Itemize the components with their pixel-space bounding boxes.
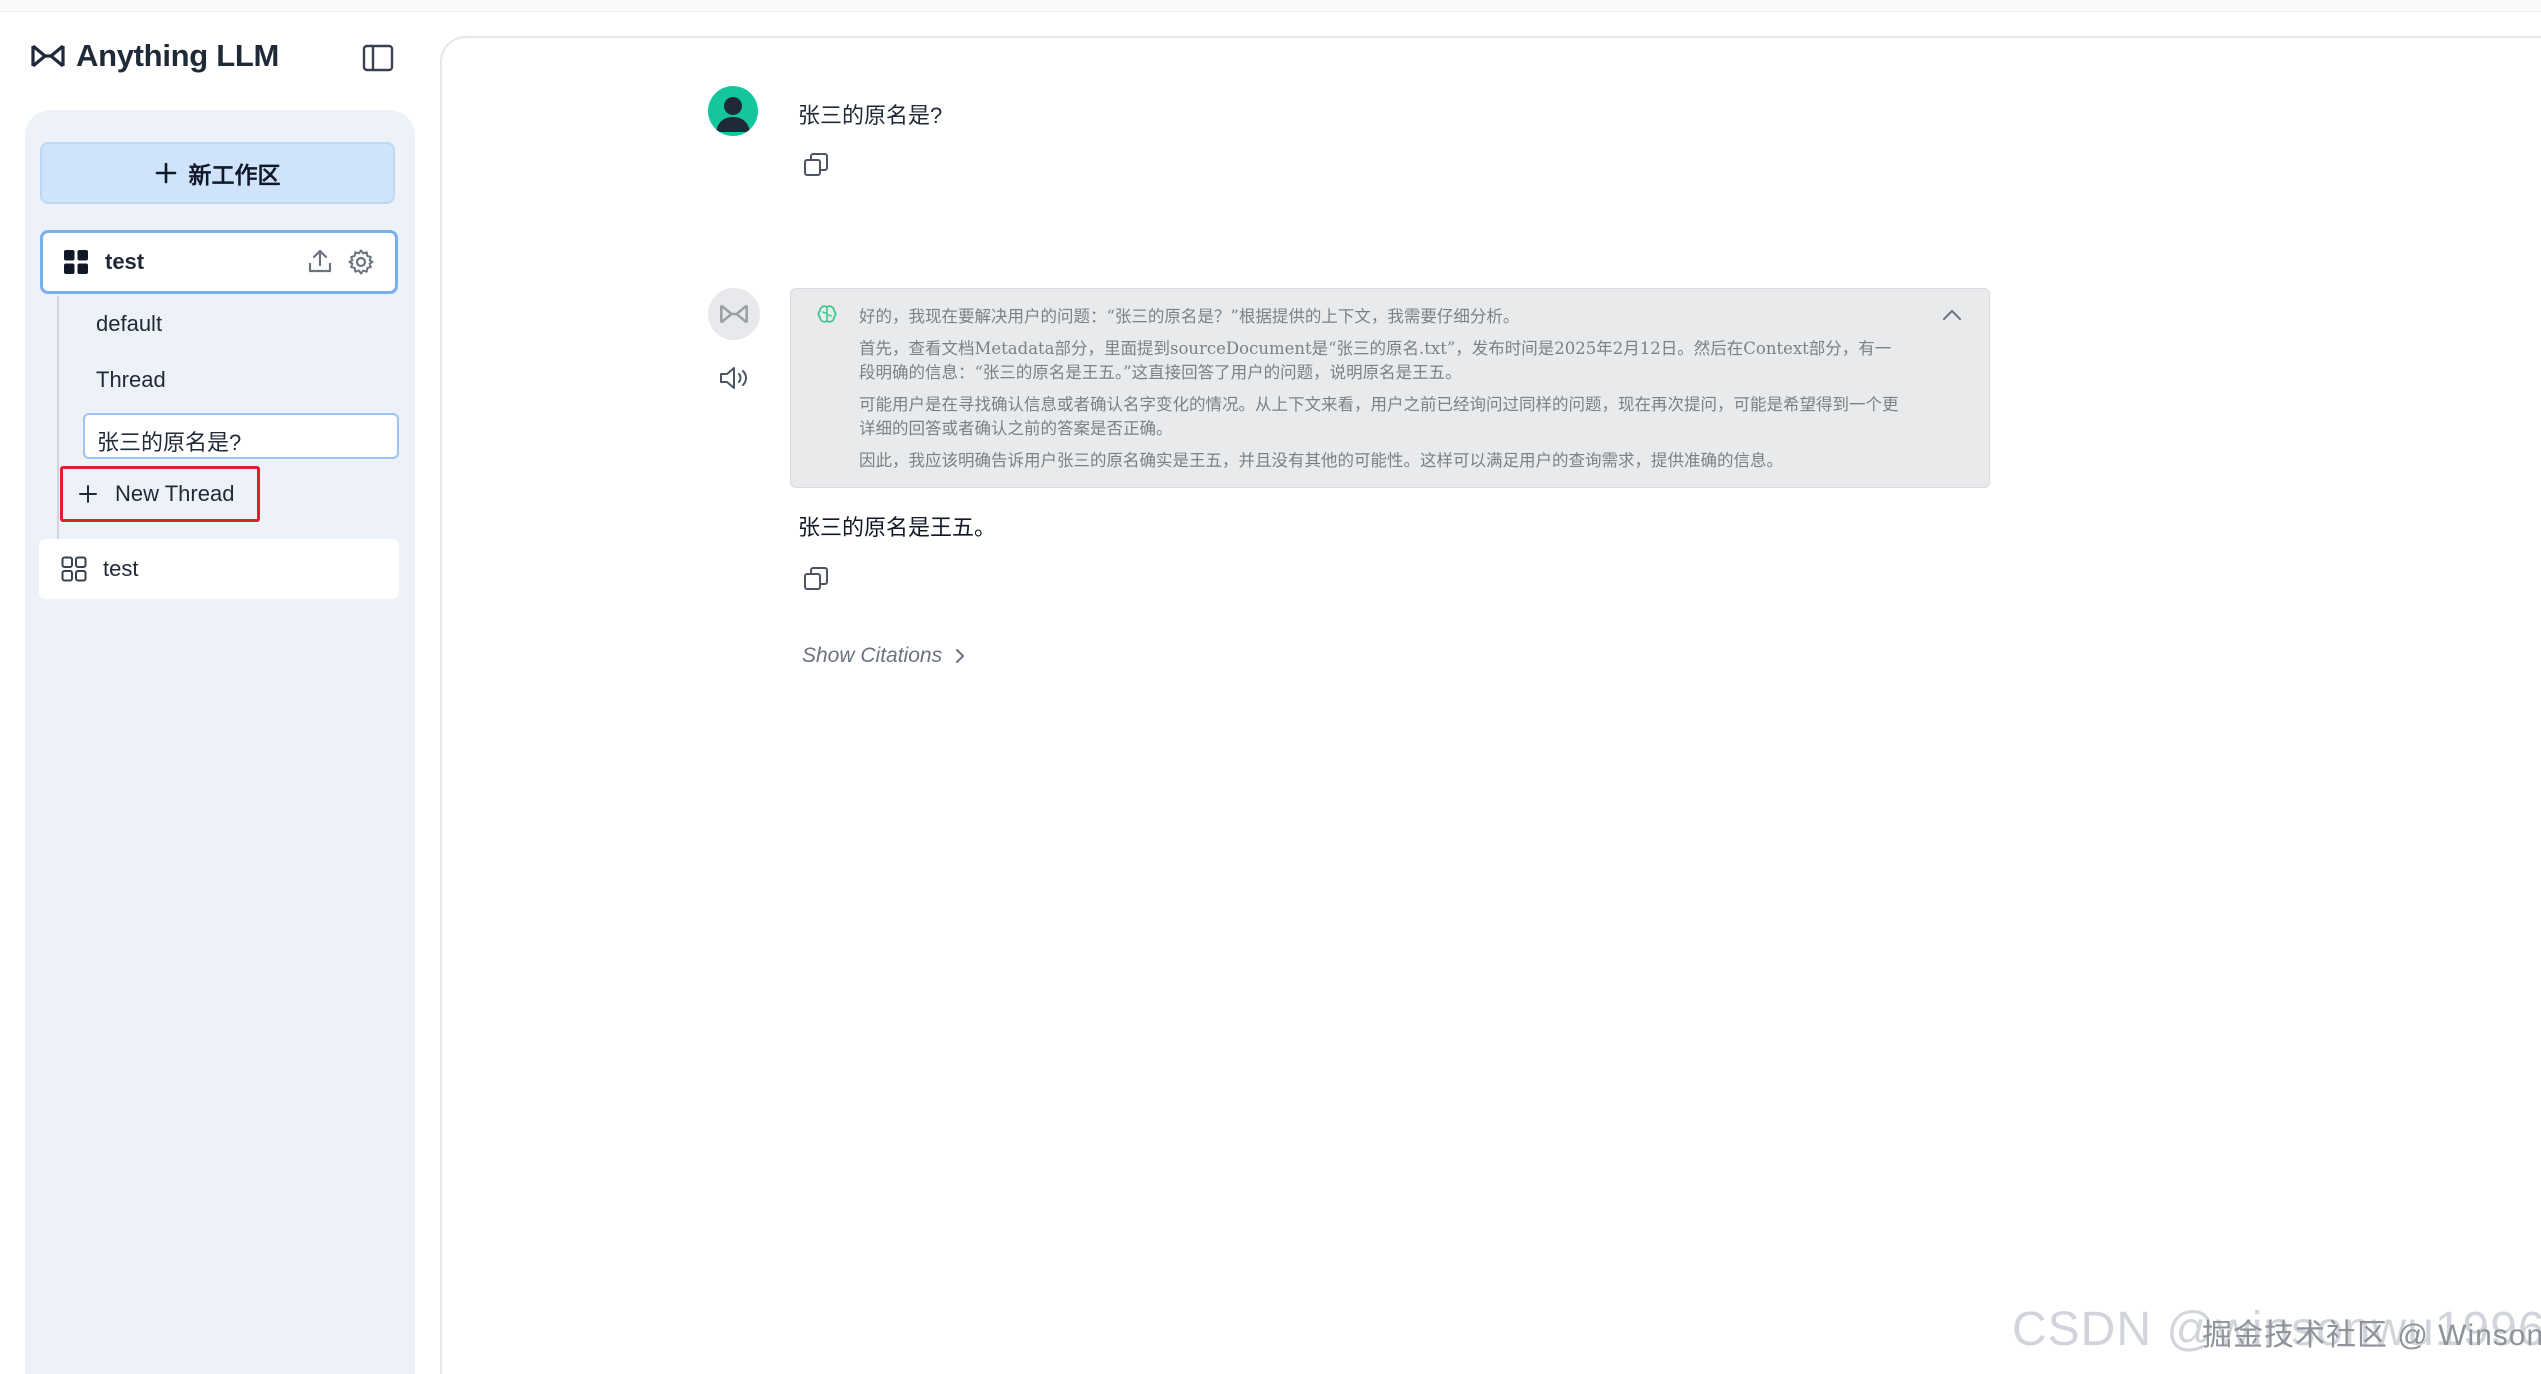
anythingllm-logo-icon <box>31 44 65 68</box>
workspace-grid-icon <box>61 556 87 582</box>
copy-icon[interactable] <box>803 152 829 178</box>
new-thread-button[interactable]: New Thread <box>60 466 260 522</box>
watermark: CSDN @winsonwu1996 掘金技术社区 @ WinsonWu <box>2012 1302 2541 1357</box>
thinking-paragraph: 首先，查看文档Metadata部分，里面提到sourceDocument是“张三… <box>859 339 1892 382</box>
gear-icon[interactable] <box>347 248 375 276</box>
thread-item-default[interactable]: default <box>96 311 162 337</box>
anythingllm-logo-icon <box>720 304 748 324</box>
watermark-overlay: 掘金技术社区 @ WinsonWu <box>2202 1319 2541 1352</box>
user-icon <box>716 97 750 132</box>
plus-icon <box>155 162 176 184</box>
assistant-avatar <box>708 288 760 340</box>
chat-panel <box>440 36 2541 1374</box>
speaker-icon[interactable] <box>718 364 750 392</box>
thinking-panel[interactable]: 好的，我现在要解决用户的问题：“张三的原名是？”根据提供的上下文，我需要仔细分析… <box>790 288 1990 488</box>
new-workspace-label: 新工作区 <box>188 162 281 188</box>
brand-name: Anything LLM <box>76 38 280 73</box>
workspace-name: test <box>103 556 139 581</box>
user-avatar <box>708 86 758 136</box>
new-workspace-button[interactable]: 新工作区 <box>40 142 395 204</box>
workspace-item-active[interactable]: test <box>40 230 398 294</box>
top-bar <box>0 0 2541 12</box>
thinking-paragraph: 因此，我应该明确告诉用户张三的原名确实是王五，并且没有其他的可能性。这样可以满足… <box>859 451 1783 470</box>
workspace-name: test <box>105 249 145 274</box>
show-citations-label: Show Citations <box>802 644 943 667</box>
workspace-item[interactable]: test <box>39 539 399 599</box>
workspace-actions <box>307 248 375 276</box>
brain-icon <box>817 305 837 323</box>
brand: Anything LLM <box>30 38 279 74</box>
workspace-grid-icon <box>64 250 88 274</box>
show-citations-button[interactable]: Show Citations <box>802 644 966 668</box>
upload-icon[interactable] <box>307 248 333 274</box>
new-thread-label: New Thread <box>115 481 235 506</box>
thread-tree-line <box>57 296 59 552</box>
sidebar-toggle-icon[interactable] <box>362 44 394 72</box>
copy-icon[interactable] <box>803 566 829 592</box>
chevron-right-icon <box>956 649 965 663</box>
thinking-paragraph: 好的，我现在要解决用户的问题：“张三的原名是？”根据提供的上下文，我需要仔细分析… <box>859 307 1520 326</box>
assistant-answer: 张三的原名是王五。 <box>798 515 997 540</box>
plus-icon <box>79 485 97 503</box>
sidebar: 新工作区 test default Thread 张三的原名是? New Thr… <box>25 110 415 1374</box>
thread-item-current[interactable]: 张三的原名是? <box>83 413 399 459</box>
chevron-up-icon[interactable] <box>1941 307 1963 323</box>
thread-item-thread[interactable]: Thread <box>96 367 166 393</box>
thinking-text: 好的，我现在要解决用户的问题：“张三的原名是？”根据提供的上下文，我需要仔细分析… <box>859 305 1899 481</box>
thinking-paragraph: 可能用户是在寻找确认信息或者确认名字变化的情况。从上下文来看，用户之前已经询问过… <box>859 395 1899 438</box>
user-message: 张三的原名是? <box>798 103 943 128</box>
